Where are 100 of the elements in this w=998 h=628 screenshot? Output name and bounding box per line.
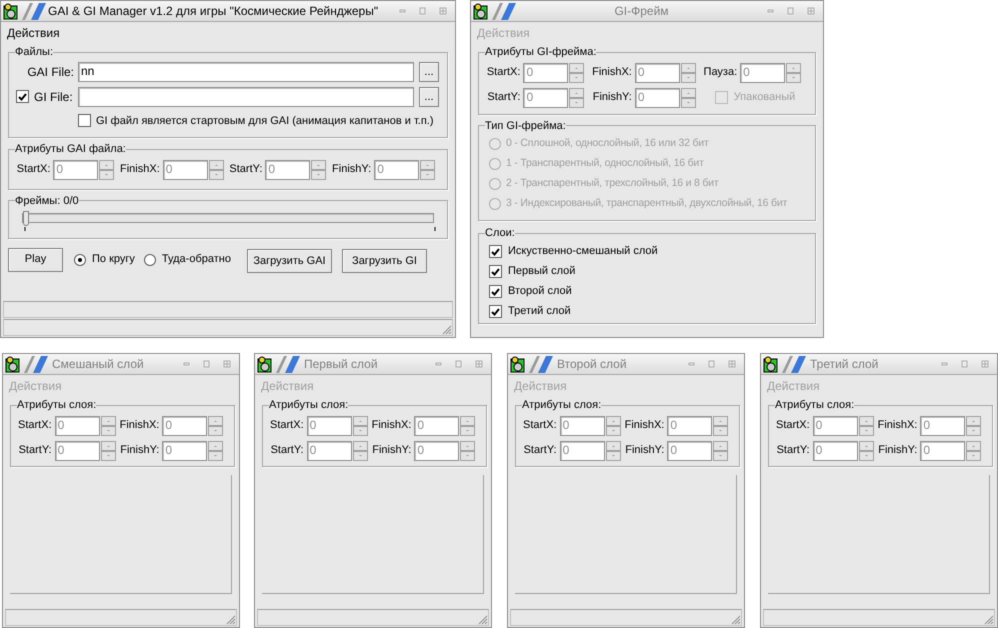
minimize-icon[interactable] xyxy=(688,360,695,368)
spin-buttons[interactable] xyxy=(966,416,982,436)
spin-buttons[interactable] xyxy=(606,440,621,460)
spin-buttons[interactable] xyxy=(569,88,584,108)
radio-label: По кругу xyxy=(92,252,135,268)
group-label: Атрибуты GAI файла: xyxy=(15,142,126,157)
spin-buttons[interactable] xyxy=(680,88,696,108)
maximize-icon[interactable] xyxy=(419,7,426,15)
field-label: FinishX: xyxy=(372,418,412,434)
maximize-icon[interactable] xyxy=(708,360,715,368)
field-label: FinishY: xyxy=(332,162,372,178)
field-label: StartX: xyxy=(270,418,305,434)
spin-buttons[interactable] xyxy=(352,440,368,460)
radio-label: Туда-обратно xyxy=(162,252,231,268)
field-label: FinishY: xyxy=(625,443,666,458)
field-label: StartY: xyxy=(524,443,558,458)
spin-buttons[interactable] xyxy=(208,416,224,436)
field-label: StartX: xyxy=(16,162,52,178)
menu-item[interactable]: Действия xyxy=(7,24,60,42)
minimize-icon[interactable] xyxy=(183,360,190,368)
window-title: Смешаный слой xyxy=(52,356,145,373)
push-button[interactable]: Play xyxy=(8,248,63,272)
field-label: StartY: xyxy=(776,443,811,458)
maximize-icon[interactable] xyxy=(961,360,968,368)
spin-buttons[interactable] xyxy=(858,440,874,460)
spin-buttons[interactable] xyxy=(713,416,728,436)
push-button[interactable]: Загрузить GAI xyxy=(247,249,332,273)
minimize-icon[interactable] xyxy=(399,7,406,15)
slider-thumb[interactable] xyxy=(23,211,29,226)
spin-buttons[interactable] xyxy=(208,440,224,460)
window-title: GI-Фрейм xyxy=(613,3,670,20)
app-icon xyxy=(473,2,489,20)
app-icon xyxy=(5,356,21,372)
field-label: StartX: xyxy=(18,418,53,434)
spin-buttons[interactable] xyxy=(786,62,802,82)
title-stripes-drawing xyxy=(782,356,806,372)
spin-buttons[interactable] xyxy=(606,416,621,436)
spin-buttons[interactable] xyxy=(311,160,326,180)
minimize-icon[interactable] xyxy=(435,360,442,368)
text-field[interactable]: nn xyxy=(78,62,414,82)
resize-grip-icon[interactable] xyxy=(729,613,741,625)
field-label: StartX: xyxy=(486,65,522,80)
title-stripes-drawing xyxy=(24,356,48,372)
field-label: FinishY: xyxy=(878,443,918,458)
radio-label: 0 - Сплошной, однослойный, 16 или 32 бит xyxy=(506,136,709,152)
checkbox[interactable] xyxy=(489,285,502,298)
radio-label: 2 - Транспарентный, трехслойный, 16 и 8 бит xyxy=(506,176,718,192)
group-label: Атрибуты слоя: xyxy=(17,398,96,413)
spin-buttons[interactable] xyxy=(460,440,476,460)
checkbox-label: Третий слой xyxy=(508,304,571,320)
spin-buttons[interactable] xyxy=(100,440,116,460)
spin-buttons[interactable] xyxy=(420,160,436,180)
checkbox[interactable] xyxy=(16,90,29,103)
push-button[interactable]: ... xyxy=(419,62,439,82)
field-label: FinishX: xyxy=(592,65,633,80)
app-icon xyxy=(3,2,19,20)
checkbox[interactable] xyxy=(78,114,91,128)
group-label: Фреймы: 0/0 xyxy=(15,194,79,208)
resize-grip-icon[interactable] xyxy=(224,613,236,625)
spin-buttons[interactable] xyxy=(352,416,368,436)
checkbox-label: GI файл является стартовым для GAI (анимация капитанов и т.п.) xyxy=(96,114,434,128)
radio-button[interactable] xyxy=(74,254,86,266)
spin-buttons[interactable] xyxy=(460,416,476,436)
field-label: FinishY: xyxy=(372,443,412,458)
maximize-icon[interactable] xyxy=(203,360,210,368)
spin-buttons[interactable] xyxy=(99,160,114,180)
spin-buttons[interactable] xyxy=(966,440,982,460)
group-label: Атрибуты GI-фрейма: xyxy=(485,45,596,60)
checkbox-label: Первый слой xyxy=(508,264,576,280)
slider-track[interactable] xyxy=(22,213,434,223)
field-label: StartY: xyxy=(18,443,53,458)
group-label: Тип GI-фрейма: xyxy=(485,118,566,134)
resize-grip-icon[interactable] xyxy=(982,613,994,625)
checkbox[interactable] xyxy=(489,265,502,278)
resize-grip-icon[interactable] xyxy=(440,323,452,335)
app-icon xyxy=(257,356,273,372)
spin-buttons[interactable] xyxy=(208,160,224,180)
minimize-icon[interactable] xyxy=(767,7,774,15)
field-label: FinishX: xyxy=(878,418,918,434)
spin-buttons[interactable] xyxy=(569,62,584,82)
resize-grip-icon[interactable] xyxy=(476,613,488,625)
field-label: FinishY: xyxy=(592,90,633,106)
maximize-icon[interactable] xyxy=(787,7,794,15)
title-stripes-drawing xyxy=(529,356,553,372)
minimize-icon[interactable] xyxy=(941,360,948,368)
checkbox[interactable] xyxy=(489,305,502,318)
spin-buttons[interactable] xyxy=(713,440,728,460)
text-field[interactable] xyxy=(78,86,414,106)
maximize-icon[interactable] xyxy=(455,360,462,368)
push-button[interactable]: ... xyxy=(419,86,439,106)
spin-buttons[interactable] xyxy=(858,416,874,436)
radio-button[interactable] xyxy=(144,254,156,266)
field-label: FinishX: xyxy=(624,418,666,434)
spin-buttons[interactable] xyxy=(680,62,696,82)
push-button[interactable]: Загрузить GI xyxy=(342,249,427,273)
checkbox[interactable] xyxy=(489,245,502,258)
field-label: StartX: xyxy=(523,418,558,434)
title-stripes-drawing xyxy=(22,2,46,20)
app-icon xyxy=(763,356,779,372)
spin-buttons[interactable] xyxy=(100,416,116,436)
